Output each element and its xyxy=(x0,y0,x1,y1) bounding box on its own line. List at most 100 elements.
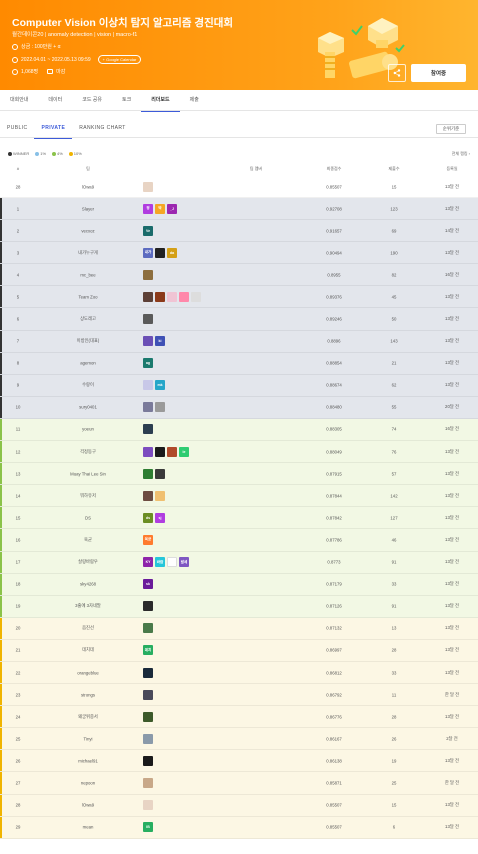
team-name[interactable]: lOwa9 xyxy=(82,803,94,808)
tab-data[interactable]: 데이터 xyxy=(38,90,72,111)
team-name[interactable]: 육균 xyxy=(84,537,92,543)
member-avatar[interactable] xyxy=(155,402,165,413)
member-avatar[interactable] xyxy=(143,623,153,634)
team-name[interactable]: DS xyxy=(85,515,91,520)
member-avatar[interactable] xyxy=(155,247,165,258)
tab-public[interactable]: PUBLIC xyxy=(0,118,34,138)
tab-overview[interactable]: 대회안내 xyxy=(0,90,38,111)
team-name[interactable]: vecxoz xyxy=(81,228,94,233)
table-row[interactable]: 11 yoeun 0.88305 74 16달 전 xyxy=(0,418,478,442)
tab-code-share[interactable]: 코드 공유 xyxy=(72,90,112,111)
member-avatar[interactable] xyxy=(143,269,153,280)
member-avatar[interactable]: ag xyxy=(143,358,153,369)
team-name[interactable]: strongs xyxy=(81,692,95,697)
member-avatar[interactable]: ki xyxy=(155,336,165,347)
member-avatar[interactable] xyxy=(143,711,153,722)
member-avatar[interactable]: sk xyxy=(143,579,153,590)
table-row[interactable]: 13 Muay Thai Lee Sin 0.87915 57 13달 전 xyxy=(0,463,478,486)
table-row[interactable]: 3 내가누구게 0.90494 190 13달 전 내가 da xyxy=(0,242,478,265)
team-name[interactable]: Tinyi xyxy=(84,736,93,741)
member-avatar[interactable] xyxy=(167,557,177,568)
table-row[interactable]: 22 orangeblue 0.86812 33 13달 전 xyxy=(0,661,478,685)
table-row[interactable]: 2 vecxoz 0.91657 69 14달 전 Ve xyxy=(0,220,478,243)
member-avatar[interactable] xyxy=(143,733,153,744)
share-button[interactable] xyxy=(388,64,406,82)
member-avatar[interactable] xyxy=(143,402,153,413)
member-avatar[interactable]: ds xyxy=(143,512,153,523)
team-name[interactable]: 음진선 xyxy=(82,625,94,631)
table-row[interactable]: 24 왜궁위중서 0.86776 28 13달 전 xyxy=(0,706,478,729)
member-avatar[interactable]: Ve xyxy=(143,225,153,236)
table-row[interactable]: 12 걱정동구 0.88049 76 13달 전 le xyxy=(0,441,478,464)
table-row[interactable]: 17 살랑바람우 0.8773 91 13달 전 KY 바람 발세 xyxy=(0,551,478,574)
team-name[interactable]: lOwa9 xyxy=(82,184,94,189)
member-avatar[interactable] xyxy=(179,291,189,302)
team-name[interactable]: yoeun xyxy=(82,427,94,432)
member-avatar[interactable] xyxy=(155,490,165,501)
join-button[interactable]: 참여중 xyxy=(411,64,466,82)
google-calendar-button[interactable]: + Google Calendar xyxy=(97,55,142,64)
team-name[interactable]: mc_bee xyxy=(80,272,95,277)
member-avatar[interactable] xyxy=(143,468,153,479)
team-name[interactable]: mean xyxy=(83,825,94,830)
member-avatar[interactable] xyxy=(143,601,153,612)
team-name[interactable]: michael91 xyxy=(78,758,98,763)
table-row[interactable]: 28 lOwa9 0.85507 15 13달 전 xyxy=(0,794,478,817)
team-name[interactable]: 걱정동구 xyxy=(80,449,96,455)
sort-criteria-button[interactable]: 순위기준 xyxy=(436,124,466,134)
tab-leaderboard[interactable]: 리더보드 xyxy=(141,90,181,112)
member-avatar[interactable]: KY xyxy=(143,557,153,568)
member-avatar[interactable] xyxy=(143,446,153,457)
table-row[interactable]: 14 뭐하유저 0.87844 142 13달 전 xyxy=(0,485,478,508)
member-avatar[interactable] xyxy=(143,314,153,325)
table-row[interactable]: 10 sury0401 0.88480 55 20달 전 xyxy=(0,396,478,419)
member-avatar[interactable]: 바람 xyxy=(155,557,165,568)
member-avatar[interactable]: IB xyxy=(143,822,153,833)
team-name[interactable]: Team Zoo xyxy=(78,294,97,299)
team-name[interactable]: sky4268 xyxy=(80,582,96,587)
table-row[interactable]: 25 Tinyi 0.86167 26 2달 전 xyxy=(0,728,478,751)
member-avatar[interactable]: sj xyxy=(155,512,165,523)
member-avatar[interactable]: 박 xyxy=(155,203,165,214)
team-name[interactable]: nepoon xyxy=(81,780,95,785)
member-avatar[interactable]: 육균 xyxy=(143,534,153,545)
team-name[interactable]: 데치데 xyxy=(82,647,94,653)
table-row[interactable]: 27 nepoon 0.85871 25 한 달 전 xyxy=(0,772,478,795)
all-ranking-link[interactable]: 전체 랭킹 › xyxy=(452,151,470,157)
member-avatar[interactable] xyxy=(143,490,153,501)
tab-private[interactable]: PRIVATE xyxy=(34,118,72,139)
member-avatar[interactable]: mk xyxy=(155,380,165,391)
tab-submit[interactable]: 제출 xyxy=(180,90,209,111)
member-avatar[interactable] xyxy=(143,291,153,302)
member-avatar[interactable]: 내가 xyxy=(143,247,153,258)
team-name[interactable]: orangeblue xyxy=(77,670,99,675)
member-avatar[interactable]: 정 xyxy=(143,203,153,214)
table-row[interactable]: 6 상도레고 0.89246 50 13달 전 xyxy=(0,308,478,331)
member-avatar[interactable] xyxy=(143,181,153,192)
member-avatar[interactable]: _J xyxy=(167,203,177,214)
table-row[interactable]: 19 3줄에 3자네말 0.87126 91 13달 전 xyxy=(0,595,478,618)
member-avatar[interactable]: 데치 xyxy=(143,645,153,656)
member-avatar[interactable] xyxy=(143,800,153,811)
member-avatar[interactable] xyxy=(143,380,153,391)
member-avatar[interactable] xyxy=(143,336,153,347)
team-name[interactable]: Slayer xyxy=(82,206,94,211)
team-name[interactable]: agemon xyxy=(80,361,96,366)
table-row[interactable]: 1 Slayer 0.92708 123 13달 전 정 박 _J xyxy=(0,198,478,221)
team-name[interactable]: Muay Thai Lee Sin xyxy=(70,471,106,476)
table-row[interactable]: 16 육균 0.87786 46 13달 전 육균 xyxy=(0,529,478,552)
team-name[interactable]: 왜궁위중서 xyxy=(78,714,98,720)
table-row[interactable]: 29 mean 0.85507 6 13달 전 IB xyxy=(0,816,478,839)
member-avatar[interactable] xyxy=(191,291,201,302)
team-name[interactable]: 이방인(대표) xyxy=(77,338,100,344)
member-avatar[interactable] xyxy=(143,689,153,700)
member-avatar[interactable] xyxy=(167,446,177,457)
table-row[interactable]: 21 데치데 0.86997 28 13달 전 데치 xyxy=(0,639,478,662)
member-avatar[interactable] xyxy=(155,468,165,479)
table-row[interactable]: 18 sky4268 0.87179 33 13달 전 sk xyxy=(0,573,478,596)
team-name[interactable]: 살랑바람우 xyxy=(78,559,98,565)
table-row[interactable]: 15 DS 0.87842 127 13달 전 ds sj xyxy=(0,507,478,530)
member-avatar[interactable]: da xyxy=(167,247,177,258)
team-name[interactable]: 뭐하유저 xyxy=(80,493,96,499)
table-row[interactable]: 5 Team Zoo 0.89376 45 13달 전 xyxy=(0,286,478,309)
